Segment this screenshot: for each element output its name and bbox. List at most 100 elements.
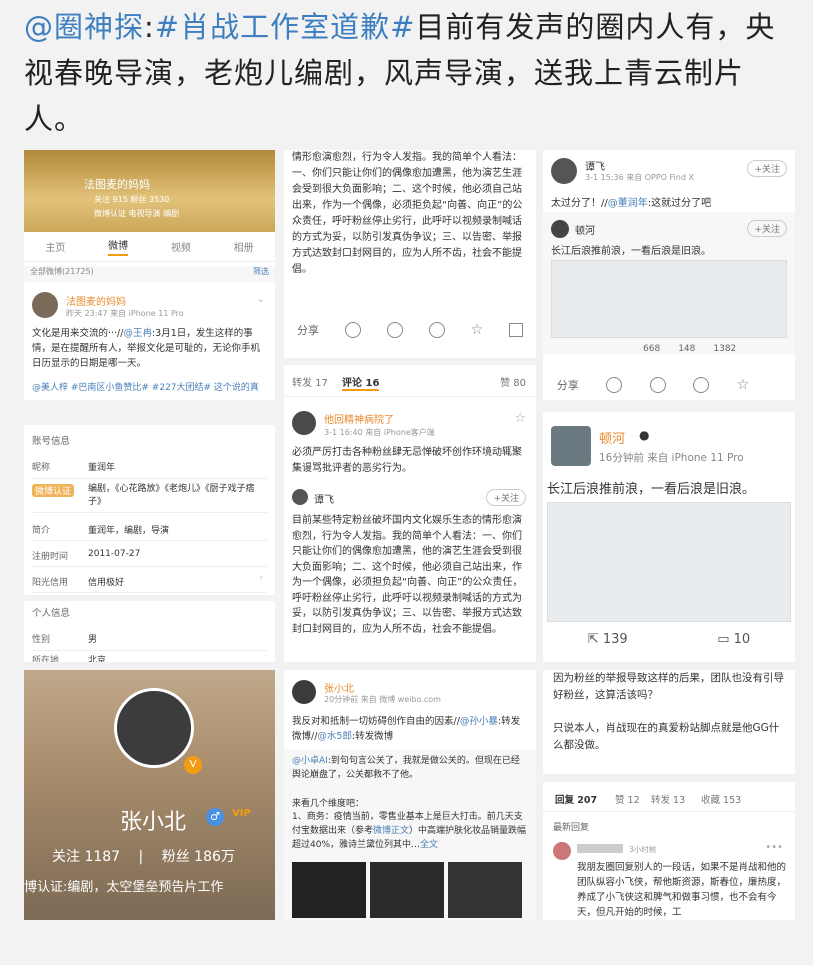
info-row-credit[interactable]: 阳光信用 信用极好 › xyxy=(32,569,267,593)
image-thumbnail[interactable] xyxy=(448,862,522,918)
mention-link[interactable]: @孙小暴 xyxy=(460,716,498,727)
info-row: 简介 董润年，编剧，导演 xyxy=(32,517,267,541)
comment-button[interactable]: ▭ 10 xyxy=(717,632,750,647)
fans-count[interactable]: 粉丝 186万 xyxy=(162,849,235,865)
follow-stats: 关注 1187 | 粉丝 186万 xyxy=(52,849,235,865)
comment-avatar[interactable] xyxy=(292,411,316,435)
moments-icon[interactable] xyxy=(649,377,666,393)
inner-avatar[interactable] xyxy=(551,220,569,238)
weibo-count-bar: 全部微博(21725) 筛选 xyxy=(24,266,275,282)
mention-link[interactable]: @水5郎 xyxy=(317,731,352,742)
headline: @圈神探:#肖战工作室道歉#目前有发声的圈内人有，央视春晚导演，老炮儿编剧，风声… xyxy=(24,10,776,136)
screenshot-root: @圈神探:#肖战工作室道歉#目前有发声的圈内人有，央视春晚导演，老炮儿编剧，风声… xyxy=(0,0,813,965)
wechat-icon[interactable] xyxy=(344,322,361,338)
info-row: 注册时间 2011-07-27 xyxy=(32,543,267,567)
like-count[interactable]: 1382 xyxy=(713,344,736,354)
tab-like[interactable]: 赞 12 xyxy=(615,792,640,806)
profile-bio: 微博认证 电视导演 编剧 xyxy=(94,209,180,218)
info-row: 所在地 北京 xyxy=(32,656,107,662)
action-bar: 分享 ☆ xyxy=(284,318,536,342)
post-author[interactable]: 法图麦的妈妈 xyxy=(66,293,126,308)
repost-author[interactable]: 谭飞 xyxy=(314,491,334,506)
comment-author[interactable]: 他回精神病院了 xyxy=(324,411,394,426)
chevron-down-icon[interactable]: ⌄ xyxy=(257,294,265,305)
panel-account-info: 账号信息 昵称 董润年 微博认证 编剧，《心花路放》《老炮儿》《厨子戏子痞子》 … xyxy=(24,425,275,662)
wechat-icon[interactable] xyxy=(606,377,623,393)
post-text: 太过分了！//@董润年:这就过分了吧 xyxy=(551,198,712,209)
vip-badge: VIP xyxy=(232,808,251,819)
info-row: 性别 男 xyxy=(32,627,267,651)
full-text-link[interactable]: 全文 xyxy=(420,840,438,850)
headline-hashtag[interactable]: #肖战工作室道歉# xyxy=(155,10,416,44)
repost-text: 目前某些特定粉丝破坏国内文化娱乐生态的情形愈演愈烈，行为令人发指。我的简单个人看… xyxy=(292,515,523,635)
profile-avatar[interactable] xyxy=(114,688,194,768)
panel-profile-fatumai: 法图麦的妈妈 关注 915 粉丝 3530 微博认证 电视导演 编剧 主页 微博… xyxy=(24,150,275,400)
info-row: 昵称 董润年 xyxy=(32,455,267,479)
share-label[interactable]: 分享 xyxy=(297,322,319,338)
inner-follow-button[interactable]: +关注 xyxy=(747,220,787,237)
tab-repost[interactable]: 转发 13 xyxy=(651,792,685,806)
follow-button[interactable]: +关注 xyxy=(747,160,787,177)
chevron-right-icon: › xyxy=(259,573,263,583)
repost-button[interactable]: ⇱ 139 xyxy=(588,632,628,647)
star-icon[interactable]: ☆ xyxy=(471,322,484,338)
follow-count[interactable]: 关注 1187 xyxy=(52,849,120,865)
repost-count[interactable]: 668 xyxy=(643,344,660,354)
verified-badge-icon: V xyxy=(184,756,202,774)
author-name[interactable]: 顿河 xyxy=(599,428,625,447)
post-text-1: 因为粉丝的举报导致这样的后果，团队也没有引导好粉丝，这算活该吗？ xyxy=(553,672,784,701)
screenshot-icon[interactable] xyxy=(509,323,524,337)
image-thumbnail[interactable] xyxy=(292,862,366,918)
comment-count[interactable]: 148 xyxy=(678,344,695,354)
moments-icon[interactable] xyxy=(386,322,403,338)
link-weibo-text[interactable]: 微博正文 xyxy=(373,826,409,836)
author-name[interactable]: 张小北 xyxy=(324,680,354,695)
reply-author-masked[interactable] xyxy=(577,844,623,853)
image-thumbnail[interactable] xyxy=(370,862,444,918)
follow-button[interactable]: +关注 xyxy=(486,489,526,506)
post-text: 文化是用来交流的···//@王冉:3月1日，发生这样的事情，是在提醒所有人，举报… xyxy=(32,328,261,369)
image-thumbnail[interactable] xyxy=(551,260,787,338)
tab-favorite[interactable]: 收藏 153 xyxy=(701,792,741,806)
comment-tabs: 转发 17 评论 16 赞 80 xyxy=(284,365,536,397)
more-icon[interactable]: ••• xyxy=(765,842,783,853)
author-avatar[interactable] xyxy=(551,158,577,184)
mention-link[interactable]: @王冉 xyxy=(123,328,152,339)
star-icon[interactable]: ☆ xyxy=(514,411,526,426)
profile-cert: 博认证:编剧，太空堡垒预告片工作 xyxy=(24,880,224,895)
comment-text: 必须严厉打击各种粉丝肆无忌惮破坏创作环境动辄聚集谩骂批评者的恶劣行为。 xyxy=(292,447,522,474)
reply-tabs: 回复 207 赞 12 转发 13 收藏 153 xyxy=(543,786,795,812)
repost-box: 顿河 +关注 长江后浪推前浪，一看后浪是旧浪。 xyxy=(543,212,795,354)
all-weibo-label: 全部微博(21725) xyxy=(30,267,94,276)
post-tags[interactable]: @美人梓 #巴南区小鱼赞比# #227大团结# 这个说的真 xyxy=(32,380,272,393)
post-avatar[interactable] xyxy=(32,292,58,318)
filter-button[interactable]: 筛选 xyxy=(253,266,269,282)
action-bar: 分享 ☆ xyxy=(543,374,763,396)
author-avatar[interactable] xyxy=(551,426,591,466)
inner-author[interactable]: 顿河 xyxy=(575,222,595,237)
tab-comment[interactable]: 评论 16 xyxy=(342,374,380,391)
qq-icon[interactable] xyxy=(428,322,445,338)
info-row: 微博认证 编剧，《心花路放》《老炮儿》《厨子戏子痞子》 xyxy=(32,479,267,513)
tab-weibo[interactable]: 微博 xyxy=(108,237,129,256)
panel-comments: 转发 17 评论 16 赞 80 他回精神病院了 ☆ 3-1 16:40 来自 … xyxy=(284,365,536,662)
author-name[interactable]: 谭飞 xyxy=(585,158,605,173)
image-thumbnail[interactable] xyxy=(547,502,791,622)
tab-video[interactable]: 视频 xyxy=(171,239,191,254)
tab-reply[interactable]: 回复 207 xyxy=(555,792,597,806)
mention-link[interactable]: @董润年 xyxy=(608,198,648,209)
mention-link[interactable]: @小卓AI xyxy=(292,756,328,766)
share-label[interactable]: 分享 xyxy=(557,377,579,393)
qq-icon[interactable] xyxy=(693,377,710,393)
tab-album[interactable]: 相册 xyxy=(234,239,254,254)
repost-box: @小卓AI:到句句言公关了，我就是做公关的。但现在已经舆论崩盘了，公关都救不了他… xyxy=(284,750,536,920)
reply-avatar[interactable] xyxy=(553,842,571,860)
stats-bar: 668 148 1382 xyxy=(643,344,736,354)
tab-repost[interactable]: 转发 17 xyxy=(292,374,328,389)
repost-avatar[interactable] xyxy=(292,489,308,505)
star-icon[interactable]: ☆ xyxy=(737,377,750,393)
author-avatar[interactable] xyxy=(292,680,316,704)
tab-home[interactable]: 主页 xyxy=(45,239,65,254)
tab-like[interactable]: 赞 80 xyxy=(500,374,526,389)
headline-author[interactable]: @圈神探 xyxy=(24,10,144,44)
